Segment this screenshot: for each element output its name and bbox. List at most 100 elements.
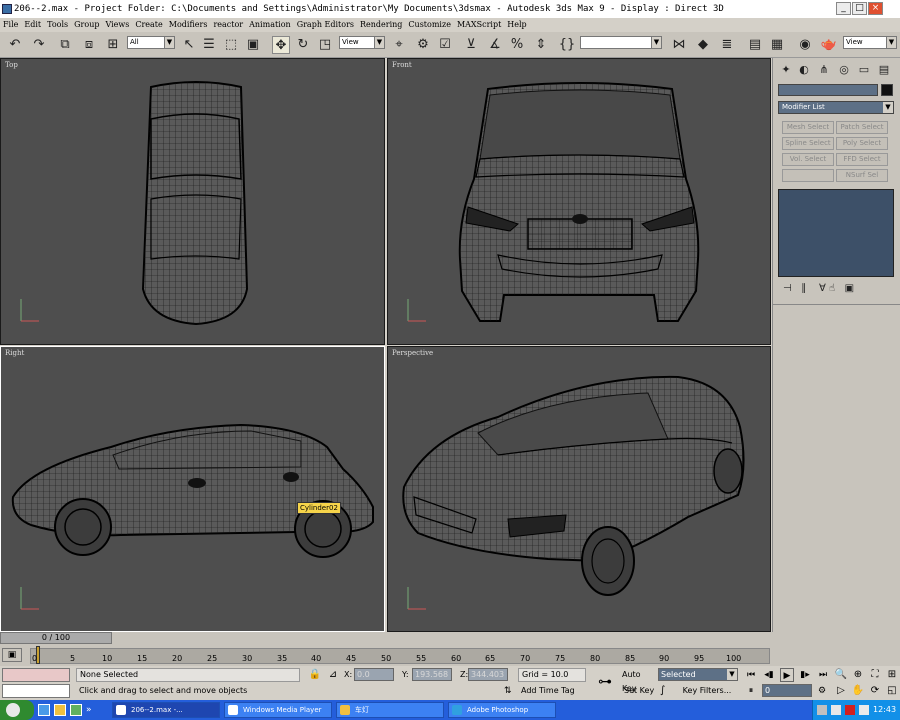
- select-move-icon[interactable]: ✥: [272, 36, 290, 54]
- display-tab-icon[interactable]: ▭: [857, 63, 871, 77]
- select-by-name-icon[interactable]: ☰: [200, 36, 218, 54]
- viewport-front[interactable]: Front: [387, 58, 771, 345]
- empty-modifier-button[interactable]: [782, 169, 834, 182]
- motion-tab-icon[interactable]: ◎: [837, 63, 851, 77]
- time-tag-icon[interactable]: ⇅: [504, 684, 516, 698]
- pin-stack-icon[interactable]: ⊣: [783, 283, 792, 294]
- prev-frame-icon[interactable]: ◂▮: [762, 668, 776, 682]
- tray-icon[interactable]: [817, 705, 827, 715]
- task-folder[interactable]: 车灯: [336, 702, 444, 718]
- y-coordinate-field[interactable]: 193.568: [412, 668, 452, 681]
- goto-end-icon[interactable]: ⏭: [816, 668, 830, 682]
- x-coordinate-field[interactable]: 0.0: [354, 668, 394, 681]
- remove-modifier-icon[interactable]: ☝: [829, 283, 835, 294]
- selection-filter-dropdown[interactable]: All ▼: [127, 36, 175, 49]
- make-unique-icon[interactable]: ∀: [819, 283, 826, 294]
- task-3dsmax[interactable]: 206--2.max -...: [112, 702, 220, 718]
- mirror-icon[interactable]: ⋈: [670, 36, 688, 54]
- menu-reactor[interactable]: reactor: [210, 18, 246, 32]
- patch-select-button[interactable]: Patch Select: [836, 121, 888, 134]
- window-crossing-icon[interactable]: ▣: [244, 36, 262, 54]
- utilities-tab-icon[interactable]: ▤: [877, 63, 891, 77]
- z-coordinate-field[interactable]: 344.403: [468, 668, 508, 681]
- zoom-icon[interactable]: 🔍: [834, 668, 848, 682]
- viewport-top[interactable]: Top: [0, 58, 385, 345]
- minimize-button[interactable]: _: [836, 2, 851, 15]
- maxscript-input[interactable]: [2, 684, 70, 698]
- menu-views[interactable]: Views: [102, 18, 132, 32]
- configure-sets-icon[interactable]: ▣: [845, 283, 854, 294]
- maxscript-listener[interactable]: [2, 668, 70, 682]
- open-mini-curve-icon[interactable]: ▣: [2, 648, 22, 662]
- quicklaunch-media-icon[interactable]: [70, 704, 82, 716]
- nsurf-sel-button[interactable]: NSurf Sel: [836, 169, 888, 182]
- zoom-extents-icon[interactable]: ⛶: [868, 668, 882, 682]
- time-slider[interactable]: 0 / 100: [0, 632, 112, 644]
- layer-manager-icon[interactable]: ≣: [718, 36, 736, 54]
- show-end-result-icon[interactable]: ∥: [801, 283, 806, 294]
- zoom-extents-all-icon[interactable]: ⊞: [885, 668, 899, 682]
- select-object-icon[interactable]: ↖: [180, 36, 198, 54]
- tray-icon[interactable]: [831, 705, 841, 715]
- viewport-perspective[interactable]: Perspective: [387, 346, 771, 632]
- undo-icon[interactable]: ↶: [6, 36, 24, 54]
- pan-icon[interactable]: ✋: [851, 684, 865, 698]
- spline-select-button[interactable]: Spline Select: [782, 137, 834, 150]
- start-button[interactable]: [0, 700, 34, 720]
- mesh-select-button[interactable]: Mesh Select: [782, 121, 834, 134]
- menu-graph-editors[interactable]: Graph Editors: [294, 18, 357, 32]
- task-photoshop[interactable]: Adobe Photoshop: [448, 702, 556, 718]
- key-mode-toggle-icon[interactable]: ⏸: [744, 684, 758, 698]
- lock-selection-icon[interactable]: 🔒: [308, 668, 322, 682]
- maximize-viewport-icon[interactable]: ◱: [885, 684, 899, 698]
- unlink-icon[interactable]: ⧈: [80, 36, 98, 54]
- goto-start-icon[interactable]: ⏮: [744, 668, 758, 682]
- manipulate-icon[interactable]: ⚙: [414, 36, 432, 54]
- menu-rendering[interactable]: Rendering: [357, 18, 405, 32]
- menu-animation[interactable]: Animation: [246, 18, 294, 32]
- poly-select-button[interactable]: Poly Select: [836, 137, 888, 150]
- menu-customize[interactable]: Customize: [405, 18, 454, 32]
- viewport-right[interactable]: Right Cylinder02: [0, 346, 385, 632]
- play-icon[interactable]: ▶: [780, 668, 794, 682]
- key-mode-dropdown[interactable]: Selected ▼: [658, 668, 738, 681]
- absolute-mode-icon[interactable]: ⊿: [326, 668, 340, 682]
- set-key-button[interactable]: Set Key: [624, 684, 656, 698]
- auto-key-button[interactable]: Auto Key: [622, 668, 656, 693]
- menu-tools[interactable]: Tools: [44, 18, 71, 32]
- hierarchy-tab-icon[interactable]: ⋔: [817, 63, 831, 77]
- modify-tab-icon[interactable]: ◐: [797, 63, 811, 77]
- menu-edit[interactable]: Edit: [21, 18, 44, 32]
- angle-snap-icon[interactable]: ∡: [486, 36, 504, 54]
- object-name-field[interactable]: [778, 84, 878, 96]
- snap-toggle-icon[interactable]: ⊻: [462, 36, 480, 54]
- menu-maxscript[interactable]: MAXScript: [454, 18, 504, 32]
- key-icon[interactable]: ⊶: [592, 672, 618, 692]
- task-media-player[interactable]: Windows Media Player: [224, 702, 332, 718]
- edit-named-selection-icon[interactable]: {}: [558, 36, 576, 54]
- spinner-snap-icon[interactable]: ⇕: [532, 36, 550, 54]
- object-color-swatch[interactable]: [881, 84, 893, 96]
- modifier-stack[interactable]: [778, 189, 894, 277]
- ref-coord-dropdown[interactable]: View ▼: [339, 36, 385, 49]
- key-filters-button[interactable]: Key Filters...: [676, 684, 738, 698]
- render-type-dropdown[interactable]: View ▼: [843, 36, 897, 49]
- quicklaunch-desktop-icon[interactable]: [54, 704, 66, 716]
- antivirus-tray-icon[interactable]: [845, 705, 855, 715]
- next-frame-icon[interactable]: ▮▸: [798, 668, 812, 682]
- close-button[interactable]: ×: [868, 2, 883, 15]
- material-editor-icon[interactable]: ◉: [796, 36, 814, 54]
- create-tab-icon[interactable]: ✦: [779, 63, 793, 77]
- modifier-list-dropdown[interactable]: Modifier List ▼: [778, 101, 894, 114]
- menu-help[interactable]: Help: [504, 18, 529, 32]
- keyboard-shortcut-icon[interactable]: ☑: [436, 36, 454, 54]
- menu-create[interactable]: Create: [132, 18, 165, 32]
- quicklaunch-ie-icon[interactable]: [38, 704, 50, 716]
- align-icon[interactable]: ◆: [694, 36, 712, 54]
- render-scene-icon[interactable]: 🫖: [820, 36, 838, 54]
- schematic-view-icon[interactable]: ▦: [768, 36, 786, 54]
- curve-editor-icon[interactable]: ▤: [746, 36, 764, 54]
- menu-file[interactable]: File: [0, 18, 21, 32]
- quicklaunch-more-icon[interactable]: »: [86, 704, 98, 716]
- pivot-center-icon[interactable]: ⌖: [390, 36, 408, 54]
